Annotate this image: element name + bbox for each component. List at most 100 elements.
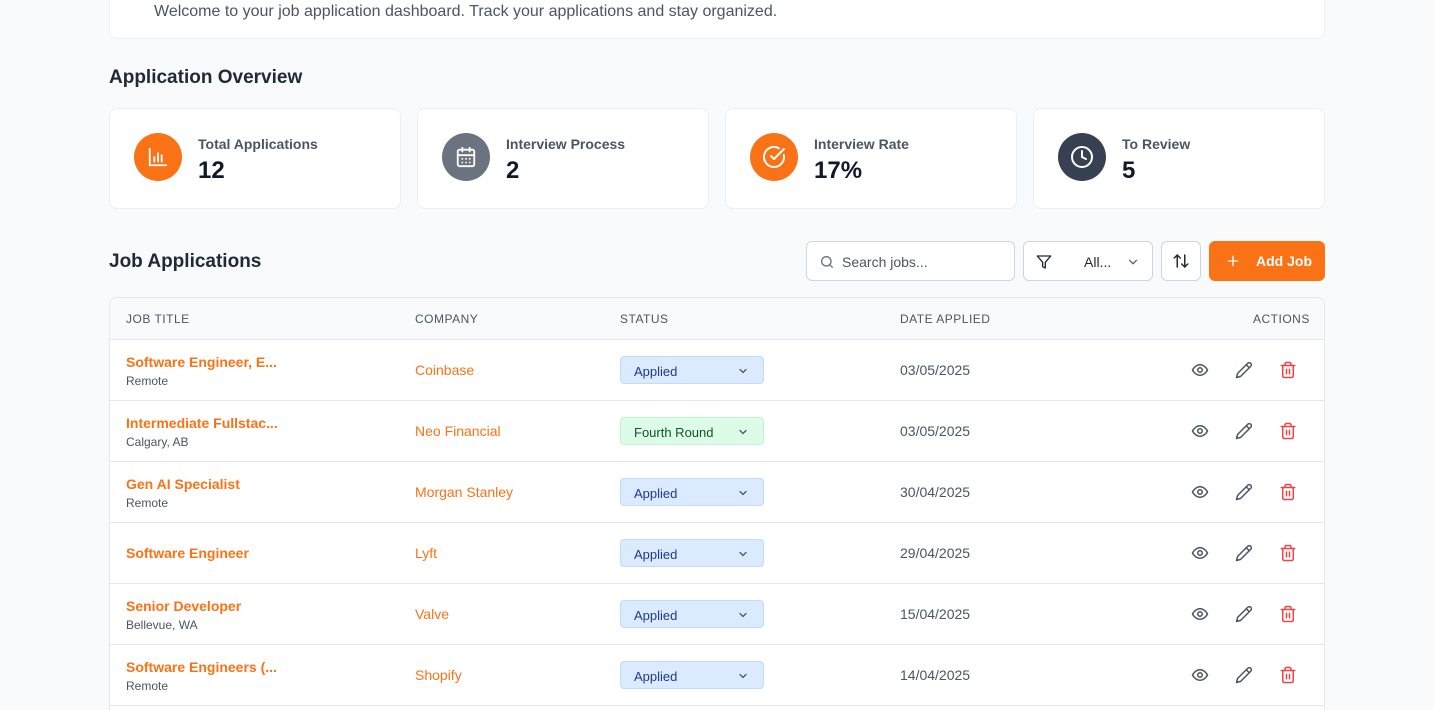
company-name: Lyft bbox=[415, 545, 438, 561]
edit-icon[interactable] bbox=[1235, 361, 1253, 379]
stat-card-total-applications: Total Applications 12 bbox=[109, 108, 401, 209]
job-applications-table: JOB TITLE COMPANY STATUS DATE APPLIED AC… bbox=[109, 297, 1325, 710]
status-filter-select[interactable]: All... bbox=[1023, 241, 1153, 281]
status-select[interactable]: Applied bbox=[620, 478, 764, 506]
trash-icon[interactable] bbox=[1279, 544, 1297, 562]
job-location: Remote bbox=[126, 679, 169, 693]
welcome-card: Welcome to your job application dashboar… bbox=[109, 0, 1325, 39]
job-location: Calgary, AB bbox=[126, 435, 189, 449]
company-name: Morgan Stanley bbox=[415, 484, 514, 500]
trash-icon[interactable] bbox=[1279, 666, 1297, 684]
add-job-button[interactable]: Add Job bbox=[1209, 241, 1325, 281]
eye-icon[interactable] bbox=[1191, 605, 1209, 623]
filter-value: All... bbox=[1084, 254, 1112, 270]
overview-title: Application Overview bbox=[109, 67, 303, 88]
column-header-actions: ACTIONS bbox=[1253, 312, 1310, 326]
stat-label: Total Applications bbox=[198, 136, 318, 152]
sort-icon bbox=[1173, 254, 1189, 268]
welcome-text: Welcome to your job application dashboar… bbox=[154, 3, 778, 20]
status-value: Fourth Round bbox=[634, 425, 714, 440]
eye-icon[interactable] bbox=[1191, 666, 1209, 684]
job-title-link[interactable]: Software Engineer, E... bbox=[126, 354, 277, 370]
check-circle-icon bbox=[750, 133, 798, 181]
trash-icon[interactable] bbox=[1279, 422, 1297, 440]
chevron-down-icon bbox=[739, 490, 747, 496]
edit-icon[interactable] bbox=[1235, 666, 1253, 684]
edit-icon[interactable] bbox=[1235, 483, 1253, 501]
company-name: Neo Financial bbox=[415, 423, 501, 439]
table-header: JOB TITLE COMPANY STATUS DATE APPLIED AC… bbox=[110, 298, 1324, 340]
date-applied: 14/04/2025 bbox=[900, 667, 971, 683]
stat-label: Interview Rate bbox=[814, 136, 909, 152]
stat-value: 5 bbox=[1122, 157, 1136, 184]
search-icon bbox=[821, 255, 833, 268]
date-applied: 15/04/2025 bbox=[900, 606, 971, 622]
filter-icon bbox=[1036, 255, 1052, 269]
date-applied: 03/05/2025 bbox=[900, 362, 971, 378]
chevron-down-icon bbox=[1128, 259, 1138, 265]
chevron-down-icon bbox=[739, 673, 747, 679]
stat-value: 17% bbox=[814, 157, 863, 184]
trash-icon[interactable] bbox=[1279, 361, 1297, 379]
chevron-down-icon bbox=[739, 612, 747, 618]
clock-icon bbox=[1058, 133, 1106, 181]
stat-value: 2 bbox=[506, 157, 520, 184]
job-title-link[interactable]: Gen AI Specialist bbox=[126, 476, 240, 492]
sort-button[interactable] bbox=[1161, 241, 1201, 281]
status-select[interactable]: Applied bbox=[620, 661, 764, 689]
job-location: Remote bbox=[126, 496, 169, 510]
status-select[interactable]: Applied bbox=[620, 539, 764, 567]
table-row: Gen AI Specialist Remote Morgan Stanley … bbox=[110, 462, 1324, 523]
edit-icon[interactable] bbox=[1235, 422, 1253, 440]
status-value: Applied bbox=[634, 486, 678, 501]
stat-value: 12 bbox=[198, 157, 225, 184]
bar-chart-icon bbox=[134, 133, 182, 181]
date-applied: 29/04/2025 bbox=[900, 545, 971, 561]
eye-icon[interactable] bbox=[1191, 422, 1209, 440]
job-title-link[interactable]: Software Engineer bbox=[126, 545, 249, 561]
status-select[interactable]: Applied bbox=[620, 600, 764, 628]
company-name: Shopify bbox=[415, 667, 462, 683]
table-row: Intermediate Fullstac... Calgary, AB Neo… bbox=[110, 401, 1324, 462]
column-header-company: COMPANY bbox=[415, 312, 479, 326]
trash-icon[interactable] bbox=[1279, 483, 1297, 501]
status-select[interactable]: Applied bbox=[620, 356, 764, 384]
column-header-status: STATUS bbox=[620, 312, 669, 326]
company-name: Coinbase bbox=[415, 362, 475, 378]
job-title-link[interactable]: Intermediate Fullstac... bbox=[126, 415, 278, 431]
status-value: Applied bbox=[634, 364, 678, 379]
chevron-down-icon bbox=[739, 429, 747, 435]
stat-label: Interview Process bbox=[506, 136, 626, 152]
add-job-label: Add Job bbox=[1256, 253, 1312, 269]
stat-label: To Review bbox=[1122, 136, 1191, 152]
status-value: Applied bbox=[634, 547, 678, 562]
calendar-icon bbox=[442, 133, 490, 181]
table-row: Software Engineers (... Remote Shopify A… bbox=[110, 645, 1324, 706]
search-input[interactable] bbox=[842, 251, 1007, 273]
status-select[interactable]: Fourth Round bbox=[620, 417, 764, 445]
job-title-link[interactable]: Software Engineers (... bbox=[126, 659, 277, 675]
company-name: Valve bbox=[415, 606, 449, 622]
search-box[interactable] bbox=[806, 241, 1015, 281]
eye-icon[interactable] bbox=[1191, 361, 1209, 379]
job-location: Remote bbox=[126, 374, 169, 388]
stat-card-to-review: To Review 5 bbox=[1033, 108, 1325, 209]
eye-icon[interactable] bbox=[1191, 544, 1209, 562]
chevron-down-icon bbox=[739, 368, 747, 374]
chevron-down-icon bbox=[739, 551, 747, 557]
eye-icon[interactable] bbox=[1191, 483, 1209, 501]
column-header-date-applied: DATE APPLIED bbox=[900, 312, 991, 326]
job-title-link[interactable]: Senior Developer bbox=[126, 598, 241, 614]
job-applications-title: Job Applications bbox=[109, 251, 262, 272]
status-value: Applied bbox=[634, 669, 678, 684]
edit-icon[interactable] bbox=[1235, 605, 1253, 623]
table-row: Software Engineer Lyft Applied 29/04/202… bbox=[110, 523, 1324, 584]
date-applied: 30/04/2025 bbox=[900, 484, 971, 500]
edit-icon[interactable] bbox=[1235, 544, 1253, 562]
table-row: Senior Developer Bellevue, WA Valve Appl… bbox=[110, 584, 1324, 645]
job-location: Bellevue, WA bbox=[126, 618, 198, 632]
trash-icon[interactable] bbox=[1279, 605, 1297, 623]
date-applied: 03/05/2025 bbox=[900, 423, 971, 439]
column-header-job-title: JOB TITLE bbox=[126, 312, 190, 326]
stat-card-interview-rate: Interview Rate 17% bbox=[725, 108, 1017, 209]
